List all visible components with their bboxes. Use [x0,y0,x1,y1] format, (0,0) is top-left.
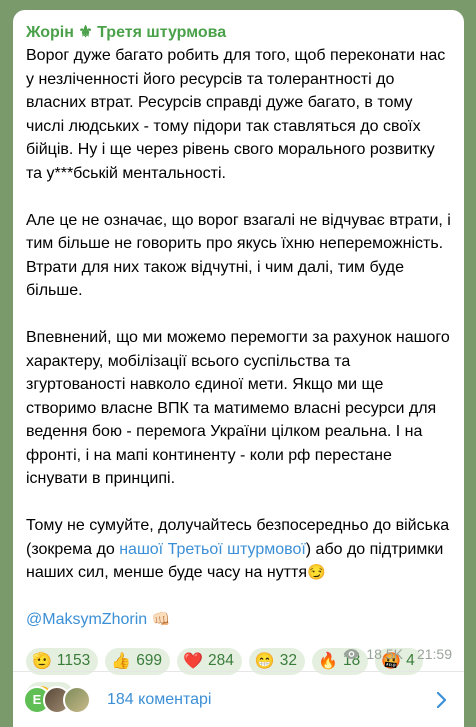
reaction-count: 284 [207,652,234,669]
fist-emoji: 👊🏻 [151,611,171,628]
post-paragraph-4: Тому не сумуйте, долучайтесь безпосередн… [26,514,452,585]
view-count: 18.5K [366,646,403,662]
reaction-count: 1153 [56,652,91,669]
message-meta: 18.5K 21:59 [343,646,452,662]
post-paragraph-1: Ворог дуже багато робить для того, щоб п… [26,47,446,182]
comments-button[interactable]: E 184 коментарі [13,672,464,727]
salute-icon: 🫡 [32,653,52,670]
eye-icon [344,649,360,659]
post-paragraph-3: Впевнений, що ми можемо перемогти за рах… [26,329,450,487]
chevron-right-icon [436,691,446,708]
message-bubble: Жорін ⚜ Третя штурмова Ворог дуже багато… [13,10,464,727]
heart-icon: ❤️ [183,653,203,670]
comments-count-label: 184 коментарі [107,690,212,708]
post-paragraph-2: Але це не означає, що ворог взагалі не в… [26,211,451,300]
signature: @MaksymZhorin 👊🏻 [26,608,452,632]
avatar [63,685,91,714]
fire-icon: 🔥 [318,653,338,670]
reaction-count: 32 [279,652,298,669]
post-time: 21:59 [416,646,452,662]
reaction-count: 699 [136,652,163,669]
thumbs-up-icon: 👍 [111,653,132,670]
third-assault-brigade-link[interactable]: нашої Третьої штурмової [119,541,306,558]
smirk-emoji: 😏 [307,564,326,581]
grin-icon: 😁 [254,653,275,670]
author-handle-link[interactable]: @MaksymZhorin [26,611,147,628]
commenter-avatars: E [23,685,91,714]
channel-name[interactable]: Жорін ⚜ Третя штурмова [26,22,452,43]
